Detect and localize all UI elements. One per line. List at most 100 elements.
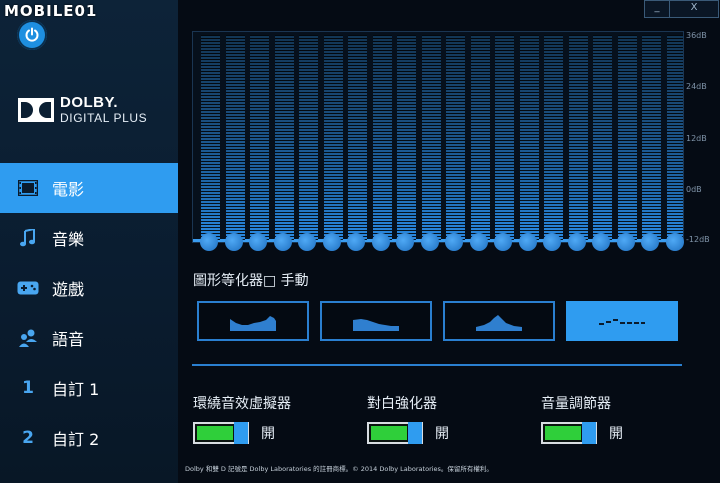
toggle-state: 開	[261, 426, 275, 442]
double-d-logo-icon	[18, 97, 54, 122]
dolby-logo: DOLBY. DIGITAL PLUS	[18, 95, 147, 124]
volume-leveler-switch[interactable]	[541, 422, 597, 444]
logo-line2: DIGITAL PLUS	[60, 111, 148, 125]
close-button[interactable]: X	[669, 0, 719, 18]
eq-band-knob[interactable]	[616, 233, 635, 251]
curve-preset-2-icon	[353, 319, 399, 331]
number-1-icon: 1	[22, 378, 34, 398]
logo-line1: DOLBY.	[60, 94, 119, 111]
eq-band-knob[interactable]	[445, 233, 463, 251]
eq-band-knob[interactable]	[518, 233, 537, 251]
eq-band[interactable]	[495, 35, 514, 240]
nav-item-game[interactable]: 遊戲	[0, 263, 178, 313]
eq-band[interactable]	[544, 35, 563, 240]
eq-band-knob[interactable]	[469, 233, 488, 251]
curve-preset-1-icon	[230, 316, 276, 331]
eq-band-knob[interactable]	[371, 233, 390, 251]
db-label: 0dB	[686, 185, 702, 194]
switch-thumb	[582, 422, 596, 444]
power-button[interactable]	[17, 20, 47, 50]
dashed-flat-curve-icon	[599, 319, 645, 325]
curve-preset-3-icon	[476, 315, 522, 331]
eq-band[interactable]	[274, 35, 294, 240]
nav-label: 遊戲	[52, 280, 85, 299]
eq-band[interactable]	[372, 35, 392, 240]
nav-label: 語音	[52, 330, 85, 349]
eq-band[interactable]	[642, 35, 661, 240]
toggle-surround-virtualizer: 環繞音效虛擬器 開	[193, 393, 291, 444]
eq-band[interactable]	[421, 35, 441, 240]
nav-label: 自訂 2	[52, 430, 100, 449]
nav-label: 音樂	[52, 230, 85, 249]
switch-fill	[545, 426, 581, 440]
voice-people-icon	[17, 327, 39, 349]
nav-item-custom2[interactable]: 2 自訂 2	[0, 413, 178, 463]
eq-band-knob[interactable]	[592, 233, 610, 251]
eq-band[interactable]	[446, 35, 465, 240]
eq-preset-2[interactable]	[320, 301, 432, 341]
eq-band[interactable]	[323, 35, 343, 240]
switch-thumb	[234, 422, 248, 444]
sidebar: MOBILE01 DOLBY. DIGITAL PLUS 電影 音樂 遊戲 語音…	[0, 0, 178, 483]
toggle-dialogue-enhancer: 對白強化器 開	[367, 393, 449, 444]
eq-band[interactable]	[225, 35, 245, 240]
toggle-state: 開	[609, 426, 623, 442]
eq-band-knob[interactable]	[665, 233, 684, 251]
eq-preset-3[interactable]	[443, 301, 555, 341]
eq-band[interactable]	[299, 35, 318, 240]
nav-label: 自訂 1	[52, 380, 100, 399]
eq-band[interactable]	[519, 35, 539, 240]
eq-band-knob[interactable]	[641, 233, 659, 251]
surround-virtualizer-switch[interactable]	[193, 422, 249, 444]
db-label: 24dB	[686, 82, 707, 91]
db-label: 12dB	[686, 134, 707, 143]
eq-band-knob[interactable]	[224, 233, 243, 251]
eq-band-knob[interactable]	[567, 233, 586, 251]
eq-band-knob[interactable]	[273, 233, 292, 251]
eq-band-knob[interactable]	[347, 233, 365, 251]
gamepad-icon	[17, 277, 39, 299]
eq-band-knob[interactable]	[396, 233, 414, 251]
eq-band-knob[interactable]	[543, 233, 561, 251]
toggle-label: 音量調節器	[541, 396, 611, 412]
eq-band[interactable]	[568, 35, 588, 240]
watermark: MOBILE01	[4, 2, 98, 20]
eq-band-knob[interactable]	[200, 233, 218, 251]
switch-fill	[197, 426, 233, 440]
db-label: -12dB	[686, 235, 710, 244]
nav-item-movie[interactable]: 電影	[0, 163, 178, 213]
toggle-label: 對白強化器	[367, 396, 437, 412]
toggle-volume-leveler: 音量調節器 開	[541, 393, 623, 444]
minimize-button[interactable]: _	[644, 0, 670, 18]
eq-band[interactable]	[201, 35, 220, 240]
eq-band-knob[interactable]	[420, 233, 439, 251]
copyright-footer: Dolby 和雙 D 記號是 Dolby Laboratories 的註冊商標。…	[185, 465, 493, 473]
eq-band[interactable]	[397, 35, 416, 240]
nav-label: 電影	[52, 180, 85, 199]
eq-band[interactable]	[348, 35, 367, 240]
film-icon	[17, 177, 39, 199]
eq-band-knob[interactable]	[249, 233, 267, 251]
eq-band[interactable]	[250, 35, 269, 240]
eq-preset-manual[interactable]	[566, 301, 678, 341]
power-icon	[25, 27, 39, 42]
eq-band[interactable]	[666, 35, 683, 240]
toggle-state: 開	[435, 426, 449, 442]
switch-thumb	[408, 422, 422, 444]
nav-item-music[interactable]: 音樂	[0, 213, 178, 263]
dialogue-enhancer-switch[interactable]	[367, 422, 423, 444]
eq-band[interactable]	[593, 35, 612, 240]
graphic-equalizer[interactable]	[192, 31, 684, 243]
eq-band-knob[interactable]	[322, 233, 341, 251]
db-label: 36dB	[686, 31, 707, 40]
eq-band-knob[interactable]	[298, 233, 316, 251]
section-divider	[192, 364, 682, 366]
nav-item-voice[interactable]: 語音	[0, 313, 178, 363]
eq-preset-1[interactable]	[197, 301, 309, 341]
eq-band-knob[interactable]	[494, 233, 512, 251]
nav-item-custom1[interactable]: 1 自訂 1	[0, 363, 178, 413]
number-2-icon: 2	[22, 428, 34, 448]
eq-band[interactable]	[617, 35, 637, 240]
eq-title: 圖形等化器□ 手動	[193, 273, 309, 289]
eq-band[interactable]	[470, 35, 490, 240]
